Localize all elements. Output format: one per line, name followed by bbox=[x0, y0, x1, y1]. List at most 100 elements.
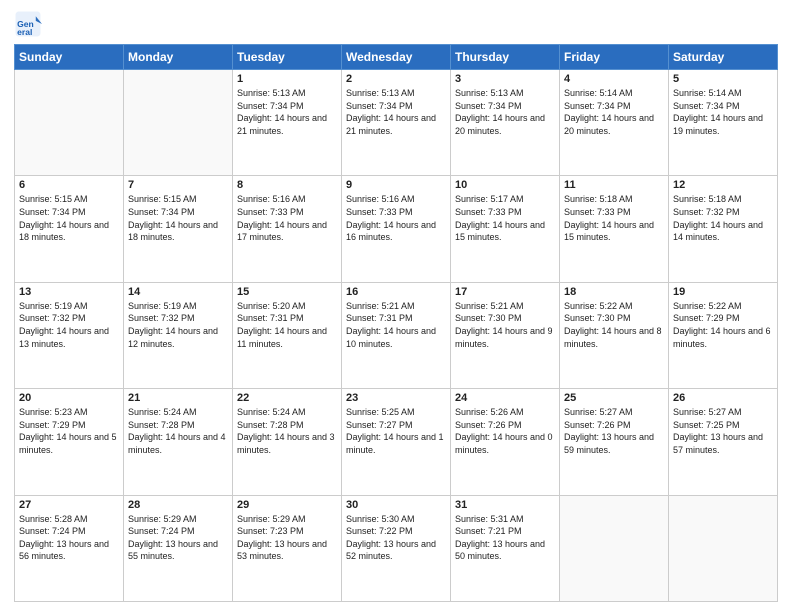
calendar-cell: 17Sunrise: 5:21 AM Sunset: 7:30 PM Dayli… bbox=[451, 282, 560, 388]
weekday-header-saturday: Saturday bbox=[669, 45, 778, 70]
day-number: 19 bbox=[673, 286, 773, 298]
day-number: 6 bbox=[19, 179, 119, 191]
calendar-cell: 18 Sunrise: 5:22 AM Sunset: 7:30 PM Dayli… bbox=[560, 282, 669, 388]
day-info: Sunrise: 5:26 AM Sunset: 7:26 PM Dayligh… bbox=[455, 406, 555, 456]
day-info: Sunrise: 5:13 AM Sunset: 7:34 PM Dayligh… bbox=[237, 87, 337, 137]
day-number: 23 bbox=[346, 392, 446, 404]
calendar-cell: 23 Sunrise: 5:25 AM Sunset: 7:27 PM Dayli… bbox=[342, 389, 451, 495]
day-number: 16 bbox=[346, 286, 446, 298]
calendar-cell bbox=[124, 70, 233, 176]
calendar-cell: 9 Sunrise: 5:16 AM Sunset: 7:33 PM Daylig… bbox=[342, 176, 451, 282]
day-info: Sunrise: 5:13 AM Sunset: 7:34 PM Dayligh… bbox=[455, 87, 555, 137]
calendar-cell: 3 Sunrise: 5:13 AM Sunset: 7:34 PM Daylig… bbox=[451, 70, 560, 176]
calendar-cell: 5 Sunrise: 5:14 AM Sunset: 7:34 PM Daylig… bbox=[669, 70, 778, 176]
day-info: Sunrise: 5:22 AM Sunset: 7:29 PM Dayligh… bbox=[673, 300, 773, 350]
calendar-cell: 1 Sunrise: 5:13 AM Sunset: 7:34 PM Daylig… bbox=[233, 70, 342, 176]
calendar-cell: 14 Sunrise: 5:19 AM Sunset: 7:32 PM Dayli… bbox=[124, 282, 233, 388]
week-row-3: 13 Sunrise: 5:19 AM Sunset: 7:32 PM Dayli… bbox=[15, 282, 778, 388]
logo-icon: Gen eral bbox=[14, 10, 42, 38]
day-number: 28 bbox=[128, 499, 228, 511]
day-info: Sunrise: 5:19 AM Sunset: 7:32 PM Dayligh… bbox=[19, 300, 119, 350]
calendar-cell: 13 Sunrise: 5:19 AM Sunset: 7:32 PM Dayli… bbox=[15, 282, 124, 388]
day-info: Sunrise: 5:18 AM Sunset: 7:32 PM Dayligh… bbox=[673, 193, 773, 243]
calendar-cell: 10Sunrise: 5:17 AM Sunset: 7:33 PM Dayli… bbox=[451, 176, 560, 282]
day-number: 13 bbox=[19, 286, 119, 298]
calendar-cell: 7Sunrise: 5:15 AM Sunset: 7:34 PM Daylig… bbox=[124, 176, 233, 282]
calendar-cell: 22 Sunrise: 5:24 AM Sunset: 7:28 PM Dayli… bbox=[233, 389, 342, 495]
day-info: Sunrise: 5:25 AM Sunset: 7:27 PM Dayligh… bbox=[346, 406, 446, 456]
day-info: Sunrise: 5:22 AM Sunset: 7:30 PM Dayligh… bbox=[564, 300, 664, 350]
weekday-header-friday: Friday bbox=[560, 45, 669, 70]
day-info: Sunrise: 5:13 AM Sunset: 7:34 PM Dayligh… bbox=[346, 87, 446, 137]
calendar-cell: 31 Sunrise: 5:31 AM Sunset: 7:21 PM Dayli… bbox=[451, 495, 560, 601]
day-info: Sunrise: 5:16 AM Sunset: 7:33 PM Dayligh… bbox=[237, 193, 337, 243]
day-info: Sunrise: 5:15 AM Sunset: 7:34 PM Dayligh… bbox=[128, 193, 228, 243]
page: Gen eral SundayMondayTuesdayWednesdayThu… bbox=[0, 0, 792, 612]
day-number: 3 bbox=[455, 73, 555, 85]
day-number: 15 bbox=[237, 286, 337, 298]
day-number: 14 bbox=[128, 286, 228, 298]
day-number: 17 bbox=[455, 286, 555, 298]
calendar-cell: 4Sunrise: 5:14 AM Sunset: 7:34 PM Daylig… bbox=[560, 70, 669, 176]
weekday-header-tuesday: Tuesday bbox=[233, 45, 342, 70]
weekday-header-wednesday: Wednesday bbox=[342, 45, 451, 70]
header: Gen eral bbox=[14, 10, 778, 38]
calendar-cell: 21Sunrise: 5:24 AM Sunset: 7:28 PM Dayli… bbox=[124, 389, 233, 495]
weekday-header-sunday: Sunday bbox=[15, 45, 124, 70]
calendar-cell: 24 Sunrise: 5:26 AM Sunset: 7:26 PM Dayli… bbox=[451, 389, 560, 495]
week-row-2: 6 Sunrise: 5:15 AM Sunset: 7:34 PM Daylig… bbox=[15, 176, 778, 282]
day-number: 26 bbox=[673, 392, 773, 404]
week-row-4: 20 Sunrise: 5:23 AM Sunset: 7:29 PM Dayli… bbox=[15, 389, 778, 495]
day-number: 8 bbox=[237, 179, 337, 191]
day-info: Sunrise: 5:30 AM Sunset: 7:22 PM Dayligh… bbox=[346, 513, 446, 563]
day-number: 22 bbox=[237, 392, 337, 404]
calendar-table: SundayMondayTuesdayWednesdayThursdayFrid… bbox=[14, 44, 778, 602]
day-number: 1 bbox=[237, 73, 337, 85]
day-info: Sunrise: 5:29 AM Sunset: 7:24 PM Dayligh… bbox=[128, 513, 228, 563]
day-number: 27 bbox=[19, 499, 119, 511]
day-number: 29 bbox=[237, 499, 337, 511]
calendar-cell: 26Sunrise: 5:27 AM Sunset: 7:25 PM Dayli… bbox=[669, 389, 778, 495]
day-info: Sunrise: 5:21 AM Sunset: 7:31 PM Dayligh… bbox=[346, 300, 446, 350]
day-number: 12 bbox=[673, 179, 773, 191]
day-number: 24 bbox=[455, 392, 555, 404]
day-info: Sunrise: 5:24 AM Sunset: 7:28 PM Dayligh… bbox=[128, 406, 228, 456]
calendar-cell: 25 Sunrise: 5:27 AM Sunset: 7:26 PM Dayli… bbox=[560, 389, 669, 495]
day-info: Sunrise: 5:31 AM Sunset: 7:21 PM Dayligh… bbox=[455, 513, 555, 563]
day-number: 20 bbox=[19, 392, 119, 404]
day-info: Sunrise: 5:28 AM Sunset: 7:24 PM Dayligh… bbox=[19, 513, 119, 563]
calendar-cell: 19 Sunrise: 5:22 AM Sunset: 7:29 PM Dayli… bbox=[669, 282, 778, 388]
calendar-cell: 30Sunrise: 5:30 AM Sunset: 7:22 PM Dayli… bbox=[342, 495, 451, 601]
calendar-cell: 11 Sunrise: 5:18 AM Sunset: 7:33 PM Dayli… bbox=[560, 176, 669, 282]
logo: Gen eral bbox=[14, 10, 46, 38]
day-info: Sunrise: 5:29 AM Sunset: 7:23 PM Dayligh… bbox=[237, 513, 337, 563]
calendar-cell bbox=[15, 70, 124, 176]
day-info: Sunrise: 5:18 AM Sunset: 7:33 PM Dayligh… bbox=[564, 193, 664, 243]
day-info: Sunrise: 5:14 AM Sunset: 7:34 PM Dayligh… bbox=[564, 87, 664, 137]
day-info: Sunrise: 5:14 AM Sunset: 7:34 PM Dayligh… bbox=[673, 87, 773, 137]
day-number: 9 bbox=[346, 179, 446, 191]
day-info: Sunrise: 5:23 AM Sunset: 7:29 PM Dayligh… bbox=[19, 406, 119, 456]
day-info: Sunrise: 5:19 AM Sunset: 7:32 PM Dayligh… bbox=[128, 300, 228, 350]
day-info: Sunrise: 5:24 AM Sunset: 7:28 PM Dayligh… bbox=[237, 406, 337, 456]
calendar-cell: 8 Sunrise: 5:16 AM Sunset: 7:33 PM Daylig… bbox=[233, 176, 342, 282]
week-row-1: 1 Sunrise: 5:13 AM Sunset: 7:34 PM Daylig… bbox=[15, 70, 778, 176]
day-number: 11 bbox=[564, 179, 664, 191]
weekday-header-monday: Monday bbox=[124, 45, 233, 70]
calendar-cell: 16 Sunrise: 5:21 AM Sunset: 7:31 PM Dayli… bbox=[342, 282, 451, 388]
day-info: Sunrise: 5:16 AM Sunset: 7:33 PM Dayligh… bbox=[346, 193, 446, 243]
calendar-cell: 6Sunrise: 5:15 AM Sunset: 7:34 PM Daylig… bbox=[15, 176, 124, 282]
weekday-header-thursday: Thursday bbox=[451, 45, 560, 70]
week-row-5: 27 Sunrise: 5:28 AM Sunset: 7:24 PM Dayli… bbox=[15, 495, 778, 601]
day-info: Sunrise: 5:17 AM Sunset: 7:33 PM Dayligh… bbox=[455, 193, 555, 243]
day-number: 31 bbox=[455, 499, 555, 511]
calendar-cell: 27 Sunrise: 5:28 AM Sunset: 7:24 PM Dayli… bbox=[15, 495, 124, 601]
day-info: Sunrise: 5:27 AM Sunset: 7:26 PM Dayligh… bbox=[564, 406, 664, 456]
calendar-cell: 20 Sunrise: 5:23 AM Sunset: 7:29 PM Dayli… bbox=[15, 389, 124, 495]
day-number: 25 bbox=[564, 392, 664, 404]
day-number: 5 bbox=[673, 73, 773, 85]
calendar-cell bbox=[560, 495, 669, 601]
day-number: 18 bbox=[564, 286, 664, 298]
calendar-cell: 2Sunrise: 5:13 AM Sunset: 7:34 PM Daylig… bbox=[342, 70, 451, 176]
day-info: Sunrise: 5:20 AM Sunset: 7:31 PM Dayligh… bbox=[237, 300, 337, 350]
